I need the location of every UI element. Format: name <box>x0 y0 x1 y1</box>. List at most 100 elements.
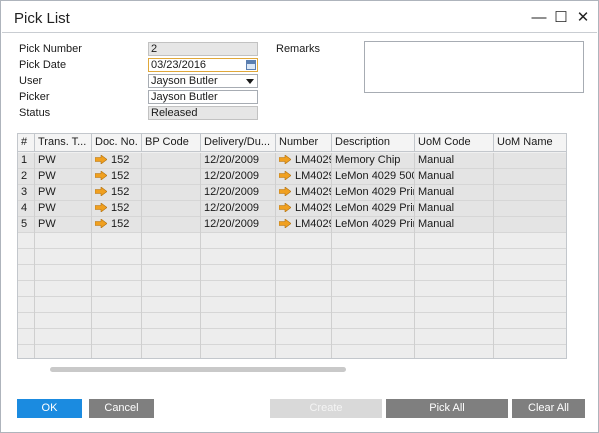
cell-delivery-date: 12/20/2009 <box>201 217 276 233</box>
empty-table-row[interactable] <box>18 329 566 345</box>
link-arrow-icon[interactable] <box>279 171 291 180</box>
pick-date-field[interactable]: 03/23/2016 <box>148 58 258 72</box>
column-header-description[interactable]: Description <box>332 134 415 152</box>
horizontal-scrollbar[interactable] <box>50 367 346 372</box>
cell-item-number <box>276 329 332 345</box>
pick-date-value: 03/23/2016 <box>151 59 207 71</box>
cell-uom-name <box>494 201 566 217</box>
link-arrow-icon[interactable] <box>95 155 107 164</box>
cell-uom-code: Manual <box>415 185 494 201</box>
cell-uom-name <box>494 153 566 169</box>
link-arrow-icon[interactable] <box>95 171 107 180</box>
cell-item-number[interactable]: LM4029P <box>276 185 332 201</box>
link-arrow-icon[interactable] <box>279 187 291 196</box>
cell-text: PW <box>38 202 56 214</box>
empty-table-row[interactable] <box>18 249 566 265</box>
column-header-row-number[interactable]: # <box>18 134 35 152</box>
user-dropdown[interactable]: Jayson Butler <box>148 74 258 88</box>
picker-field[interactable]: Jayson Butler <box>148 90 258 104</box>
cell-text: 1 <box>21 154 28 166</box>
empty-table-row[interactable] <box>18 345 566 358</box>
cell-delivery-date: 12/20/2009 <box>201 169 276 185</box>
cell-bp-code <box>142 345 201 358</box>
remarks-textarea[interactable] <box>364 41 584 93</box>
empty-table-row[interactable] <box>18 281 566 297</box>
table-row[interactable]: 5 PW 152 12/20/2009 LM4029S LeMon 4029 Printe… <box>18 217 566 233</box>
cancel-button[interactable]: Cancel <box>89 399 154 418</box>
column-header-doc-no[interactable]: Doc. No. <box>92 134 142 152</box>
cell-uom-code <box>415 249 494 265</box>
link-arrow-icon[interactable] <box>279 155 291 164</box>
cell-text: PW <box>38 154 56 166</box>
cell-bp-code <box>142 329 201 345</box>
close-icon[interactable]: ✕ <box>576 10 590 25</box>
empty-table-row[interactable] <box>18 313 566 329</box>
remarks-label: Remarks <box>276 43 321 55</box>
empty-table-row[interactable] <box>18 265 566 281</box>
cell-uom-name <box>494 217 566 233</box>
cell-item-number[interactable]: LM4029M <box>276 153 332 169</box>
table-row[interactable]: 2 PW 152 12/20/2009 LM4029D LeMon 4029 500 sh… <box>18 169 566 185</box>
cell-doc-no[interactable]: 152 <box>92 217 142 233</box>
cell-item-number <box>276 297 332 313</box>
cell-uom-code <box>415 329 494 345</box>
link-arrow-icon[interactable] <box>279 219 291 228</box>
cell-text: 5 <box>21 218 28 230</box>
column-header-trans-type[interactable]: Trans. T... <box>35 134 92 152</box>
link-arrow-icon[interactable] <box>279 203 291 212</box>
ok-button[interactable]: OK <box>17 399 82 418</box>
link-arrow-icon[interactable] <box>95 219 107 228</box>
dropdown-arrow-icon[interactable] <box>246 79 254 84</box>
cell-delivery-date <box>201 249 276 265</box>
pick-number-label: Pick Number <box>19 43 82 55</box>
table-row[interactable]: 1 PW 152 12/20/2009 LM4029M Memory Chip Manual <box>18 153 566 169</box>
cell-delivery-date: 12/20/2009 <box>201 201 276 217</box>
cell-item-number <box>276 249 332 265</box>
cell-uom-code <box>415 297 494 313</box>
cell-bp-code <box>142 217 201 233</box>
cell-bp-code <box>142 153 201 169</box>
cell-row-number <box>18 329 35 345</box>
cell-row-number: 1 <box>18 153 35 169</box>
cell-uom-name <box>494 297 566 313</box>
cell-item-number <box>276 281 332 297</box>
cell-bp-code <box>142 313 201 329</box>
table-row[interactable]: 3 PW 152 12/20/2009 LM4029P LeMon 4029 Printe… <box>18 185 566 201</box>
cell-trans-type <box>35 297 92 313</box>
pick-all-button[interactable]: Pick All <box>386 399 508 418</box>
title-separator <box>2 32 597 33</box>
cell-description <box>332 249 415 265</box>
create-button: Create <box>270 399 382 418</box>
column-header-delivery-date[interactable]: Delivery/Du... <box>201 134 276 152</box>
column-header-item-number[interactable]: Number <box>276 134 332 152</box>
link-arrow-icon[interactable] <box>95 203 107 212</box>
column-header-bp-code[interactable]: BP Code <box>142 134 201 152</box>
cell-text: 12/20/2009 <box>204 186 260 198</box>
cell-item-number[interactable]: LM4029P <box>276 201 332 217</box>
clear-all-button[interactable]: Clear All <box>512 399 585 418</box>
cell-doc-no[interactable]: 152 <box>92 185 142 201</box>
cell-description <box>332 313 415 329</box>
table-row[interactable]: 4 PW 152 12/20/2009 LM4029P LeMon 4029 Printe… <box>18 201 566 217</box>
cell-doc-no[interactable]: 152 <box>92 169 142 185</box>
cell-doc-no[interactable]: 152 <box>92 153 142 169</box>
cell-item-number[interactable]: LM4029D <box>276 169 332 185</box>
minimize-icon[interactable]: — <box>532 10 547 25</box>
cell-text: 4 <box>21 202 28 214</box>
maximize-icon[interactable]: ☐ <box>554 10 568 25</box>
cell-uom-code: Manual <box>415 153 494 169</box>
cell-item-number[interactable]: LM4029S <box>276 217 332 233</box>
cell-uom-code <box>415 233 494 249</box>
cell-doc-no[interactable]: 152 <box>92 201 142 217</box>
column-header-uom-name[interactable]: UoM Name <box>494 134 566 152</box>
empty-table-row[interactable] <box>18 233 566 249</box>
column-header-uom-code[interactable]: UoM Code <box>415 134 494 152</box>
calendar-icon[interactable] <box>246 60 256 70</box>
cell-text: LeMon 4029 500 sheets <box>335 170 414 182</box>
cell-doc-no <box>92 345 142 358</box>
cell-trans-type <box>35 345 92 358</box>
link-arrow-icon[interactable] <box>95 187 107 196</box>
cell-doc-no <box>92 329 142 345</box>
cell-text: 152 <box>111 170 130 182</box>
empty-table-row[interactable] <box>18 297 566 313</box>
